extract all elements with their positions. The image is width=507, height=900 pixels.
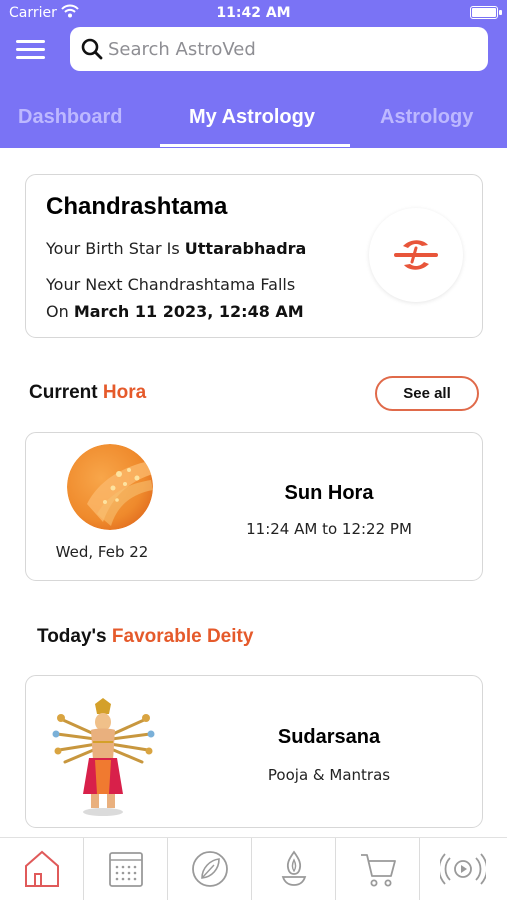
favorable-deity-card[interactable]: Sudarsana Pooja & Mantras	[25, 675, 483, 828]
chandrashtama-title: Chandrashtama	[46, 193, 228, 220]
see-all-button[interactable]: See all	[375, 376, 479, 411]
deity-image	[51, 698, 156, 818]
cart-icon	[361, 854, 396, 887]
hora-time-range: 11:24 AM to 12:22 PM	[246, 520, 412, 538]
next-chandrashtama-date-line: On March 11 2023, 12:48 AM	[46, 302, 304, 321]
search-bar	[70, 27, 488, 71]
chandrashtama-card[interactable]: Chandrashtama Your Birth Star Is Uttarab…	[25, 174, 483, 338]
current-hora-card[interactable]: Wed, Feb 22 Sun Hora 11:24 AM to 12:22 P…	[25, 432, 483, 581]
home-icon	[25, 850, 59, 887]
search-icon	[81, 38, 103, 60]
search-input[interactable]	[108, 27, 478, 71]
current-hora-title-accent: Hora	[102, 382, 147, 403]
favorable-deity-title-plain: Today's	[37, 626, 112, 647]
birth-star-value: Uttarabhadra	[184, 239, 307, 258]
current-hora-heading: Current Hora	[29, 382, 146, 404]
nav-lamp[interactable]	[252, 838, 336, 900]
tab-astrology[interactable]: Astrology	[380, 106, 473, 129]
deity-subtitle: Pooja & Mantras	[267, 766, 391, 784]
hora-name: Sun Hora	[284, 482, 374, 504]
calendar-icon	[109, 852, 143, 887]
tab-my-astrology[interactable]: My Astrology	[189, 106, 315, 129]
bottom-navigation	[0, 837, 507, 900]
live-broadcast-icon	[440, 853, 486, 885]
nav-home[interactable]	[0, 838, 84, 900]
status-bar: Carrier 11:42 AM	[0, 0, 507, 28]
leaf-icon	[192, 851, 228, 887]
next-date-prefix: On	[46, 302, 74, 321]
active-tab-indicator	[160, 144, 350, 147]
nav-calendar[interactable]	[84, 838, 168, 900]
birth-star-line: Your Birth Star Is Uttarabhadra	[46, 239, 306, 258]
lamp-icon	[281, 850, 307, 886]
hora-date: Wed, Feb 22	[55, 543, 149, 561]
favorable-deity-title-accent: Favorable Deity	[111, 626, 254, 647]
nav-cart[interactable]	[336, 838, 420, 900]
nav-leaf[interactable]	[168, 838, 252, 900]
nav-live[interactable]	[420, 838, 507, 900]
hamburger-menu-button[interactable]	[14, 36, 48, 64]
sun-planet-image	[67, 444, 153, 530]
favorable-deity-heading: Today's Favorable Deity	[37, 626, 253, 648]
birth-star-prefix: Your Birth Star Is	[46, 239, 185, 258]
next-chandrashtama-line: Your Next Chandrashtama Falls	[46, 275, 296, 294]
battery-icon	[470, 6, 502, 19]
pisces-icon	[369, 208, 463, 302]
tab-dashboard[interactable]: Dashboard	[18, 106, 122, 129]
current-hora-title-plain: Current	[29, 382, 103, 403]
app-header: Carrier 11:42 AM Dashboard My Astrology …	[0, 0, 507, 148]
next-date-value: March 11 2023, 12:48 AM	[73, 302, 304, 321]
status-time: 11:42 AM	[216, 5, 291, 21]
deity-name: Sudarsana	[277, 726, 381, 748]
